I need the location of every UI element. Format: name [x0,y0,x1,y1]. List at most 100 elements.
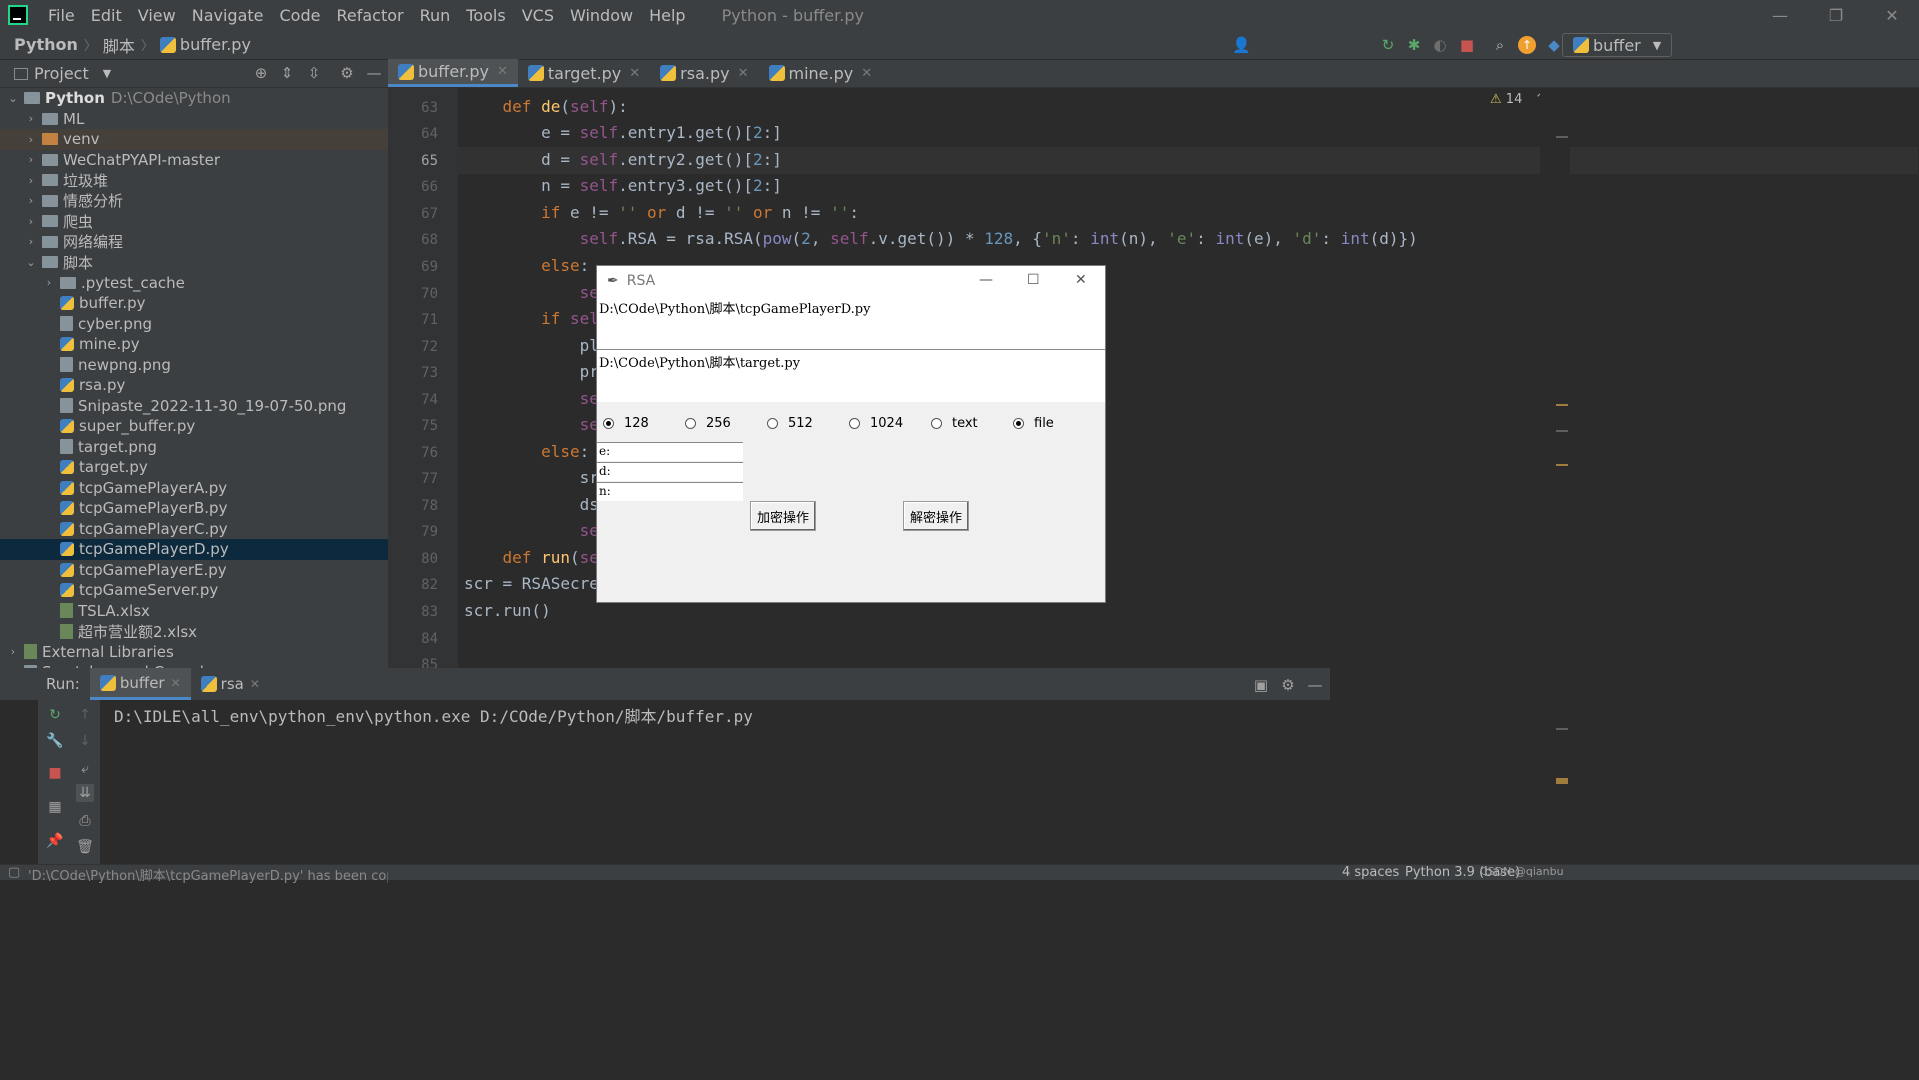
chevron-right-icon[interactable]: › [24,174,38,187]
tree-item[interactable]: tcpGamePlayerB.py [0,498,388,519]
tree-item[interactable]: tcpGamePlayerA.py [0,478,388,499]
encrypt-button[interactable]: 加密操作 [750,501,816,531]
menu-help[interactable]: Help [641,6,693,25]
chevron-right-icon[interactable]: › [6,645,20,658]
menu-navigate[interactable]: Navigate [184,6,272,25]
chevron-down-icon[interactable]: ⌄ [6,92,20,105]
run-tab-buffer[interactable]: buffer ✕ [89,668,191,700]
print-icon[interactable]: ⎙ [76,812,94,830]
close-icon[interactable]: ✕ [629,66,640,81]
chevron-right-icon[interactable]: › [24,133,38,146]
tree-external-libraries[interactable]: › External Libraries [0,642,388,663]
hide-panel-icon[interactable]: — [365,64,383,82]
rerun-icon[interactable]: ↻ [46,706,64,724]
close-icon[interactable]: ✕ [1075,272,1087,288]
tree-item[interactable]: target.png [0,437,388,458]
tree-item[interactable]: rsa.py [0,375,388,396]
tree-item[interactable]: tcpGamePlayerE.py [0,560,388,581]
breadcrumb-folder[interactable]: 脚本 [103,33,135,57]
radio-256[interactable]: 256 [685,416,731,431]
tree-item[interactable]: ⌄ 脚本 [0,252,388,273]
menu-file[interactable]: File [40,6,83,25]
tree-item[interactable]: › 情感分析 [0,191,388,212]
radio-1024[interactable]: 1024 [849,416,903,431]
tree-item[interactable]: › venv [0,129,388,150]
user-icon[interactable]: 👤 [1232,36,1251,54]
minimize-icon[interactable]: — [979,272,993,288]
gear-icon[interactable]: ⚙ [338,64,356,82]
tree-item[interactable]: super_buffer.py [0,416,388,437]
menu-code[interactable]: Code [272,6,329,25]
tree-root[interactable]: ⌄ Python D:\COde\Python [0,88,388,109]
chevron-right-icon[interactable]: › [24,235,38,248]
tree-item[interactable]: › 爬虫 [0,211,388,232]
rerun-icon[interactable]: ↻ [1379,36,1397,54]
chevron-down-icon[interactable]: ⌄ [24,256,38,269]
scroll-to-end-icon[interactable]: ⇊ [76,784,94,802]
plugin-icon[interactable]: ◆ [1545,36,1563,54]
radio-text[interactable]: text [931,416,978,431]
tree-item[interactable]: buffer.py [0,293,388,314]
expand-all-icon[interactable]: ⇕ [278,64,296,82]
tree-item[interactable]: Snipaste_2022-11-30_19-07-50.png [0,396,388,417]
close-icon[interactable]: ✕ [497,64,508,79]
tree-item[interactable]: tcpGamePlayerC.py [0,519,388,540]
indent-setting[interactable]: 4 spaces [1342,865,1399,880]
tab-buffer-py[interactable]: buffer.py ✕ [388,59,518,87]
menu-tools[interactable]: Tools [458,6,513,25]
pin-icon[interactable]: 📌 [46,832,64,850]
radio-128[interactable]: 128 [603,416,649,431]
layout-icon[interactable]: ▣ [1252,676,1270,694]
trash-icon[interactable]: 🗑 [76,838,94,856]
tree-item[interactable]: target.py [0,457,388,478]
chevron-right-icon[interactable]: › [24,153,38,166]
close-window-button[interactable]: ✕ [1869,0,1915,30]
d-field[interactable]: d: [597,462,743,481]
tree-item[interactable]: › WeChatPYAPI-master [0,150,388,171]
radio-file[interactable]: file [1013,416,1054,431]
update-icon[interactable]: ↑ [1518,36,1536,54]
close-icon[interactable]: ✕ [861,66,872,81]
collapse-all-icon[interactable]: ⇳ [305,64,323,82]
close-icon[interactable]: ✕ [738,66,749,81]
menu-window[interactable]: Window [562,6,641,25]
minimize-window-button[interactable]: — [1757,0,1803,30]
tree-item[interactable]: › .pytest_cache [0,273,388,294]
menu-vcs[interactable]: VCS [514,6,562,25]
layout-icon[interactable]: ▦ [46,798,64,816]
tree-item[interactable]: tcpGamePlayerD.py [0,539,388,560]
chevron-right-icon[interactable]: › [24,215,38,228]
tree-item[interactable]: › 垃圾堆 [0,170,388,191]
menu-run[interactable]: Run [412,6,459,25]
close-icon[interactable]: ✕ [171,676,181,690]
project-header-label[interactable]: Project [34,64,89,83]
coverage-icon[interactable]: ◐ [1431,36,1449,54]
source-path-entry[interactable]: D:\COde\Python\脚本\tcpGamePlayerD.py [597,296,1105,350]
tree-item[interactable]: 超市营业额2.xlsx [0,621,388,642]
radio-512[interactable]: 512 [767,416,813,431]
search-icon[interactable]: ⌕ [1491,36,1509,54]
tree-item[interactable]: mine.py [0,334,388,355]
soft-wrap-icon[interactable]: ⤶ [76,760,94,778]
tab-mine-py[interactable]: mine.py ✕ [759,59,883,87]
chevron-right-icon[interactable]: › [24,194,38,207]
debug-icon[interactable]: ✱ [1405,36,1423,54]
e-field[interactable]: e: [597,442,743,461]
maximize-icon[interactable]: ☐ [1027,272,1040,288]
tree-item[interactable]: › 网络编程 [0,232,388,253]
hide-panel-icon[interactable]: — [1306,676,1324,694]
decrypt-button[interactable]: 解密操作 [903,501,969,531]
tree-item[interactable]: tcpGameServer.py [0,580,388,601]
tab-rsa-py[interactable]: rsa.py ✕ [650,59,758,87]
menu-refactor[interactable]: Refactor [328,6,411,25]
wrench-icon[interactable]: 🔧 [46,732,64,750]
stop-icon[interactable]: ■ [1458,36,1476,54]
menu-view[interactable]: View [130,6,184,25]
chevron-right-icon[interactable]: › [24,112,38,125]
run-tab-rsa[interactable]: rsa ✕ [191,668,270,700]
run-configuration-select[interactable]: buffer ▼ [1562,33,1672,57]
target-path-entry[interactable]: D:\COde\Python\脚本\target.py [597,350,1105,402]
stop-icon[interactable]: ■ [46,764,64,782]
tab-target-py[interactable]: target.py ✕ [518,59,650,87]
chevron-right-icon[interactable]: › [42,276,56,289]
